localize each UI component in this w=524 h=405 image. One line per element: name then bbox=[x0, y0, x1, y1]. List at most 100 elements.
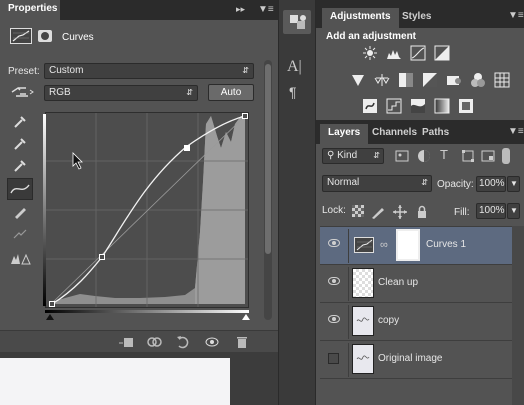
curve-point[interactable] bbox=[49, 301, 55, 307]
lock-image-pixels-icon[interactable] bbox=[370, 204, 386, 220]
pencil-icon[interactable] bbox=[12, 204, 28, 220]
curve-point[interactable] bbox=[99, 254, 105, 260]
scrollbar-track[interactable] bbox=[264, 60, 272, 320]
lock-all-icon[interactable] bbox=[414, 204, 430, 220]
panel-menu-icon[interactable]: ▼≡ bbox=[258, 4, 274, 15]
mask-icon[interactable] bbox=[38, 30, 52, 42]
mouse-cursor-icon bbox=[72, 152, 84, 173]
channel-select[interactable]: RGB ⇵ bbox=[44, 85, 198, 101]
color-lookup-icon[interactable] bbox=[494, 72, 510, 88]
target-adjust-hand-icon[interactable] bbox=[10, 84, 34, 100]
preset-select[interactable]: Custom ⇵ bbox=[44, 63, 254, 79]
clip-to-layer-icon[interactable] bbox=[118, 334, 134, 350]
brightness-contrast-icon[interactable] bbox=[362, 45, 378, 61]
layer-mask-thumbnail[interactable] bbox=[396, 229, 420, 261]
lock-position-icon[interactable] bbox=[392, 204, 408, 220]
panel-menu-icon[interactable]: ▼≡ bbox=[508, 126, 524, 137]
adjustments-tabbar: Adjustments Styles ▼≡ bbox=[316, 0, 524, 28]
curve-point[interactable] bbox=[242, 113, 248, 119]
curve-edit-points-icon[interactable] bbox=[7, 178, 33, 200]
delete-trash-icon[interactable] bbox=[234, 334, 250, 350]
tab-paths[interactable]: Paths bbox=[414, 124, 457, 144]
layer-name[interactable]: Original image bbox=[378, 353, 442, 364]
threshold-icon[interactable] bbox=[410, 98, 426, 114]
eyedropper-black-icon[interactable] bbox=[12, 114, 28, 130]
tab-layers[interactable]: Layers bbox=[320, 124, 369, 144]
invert-icon[interactable] bbox=[362, 98, 378, 114]
chain-link-icon[interactable]: ∞ bbox=[380, 239, 388, 251]
tab-adjustments[interactable]: Adjustments bbox=[322, 8, 399, 28]
filter-adjustment-icon[interactable] bbox=[416, 148, 432, 164]
fill-input[interactable]: 100% bbox=[476, 203, 506, 219]
layer-filter-select[interactable]: ⚲ Kind ⇵ bbox=[322, 148, 384, 164]
preset-value: Custom bbox=[49, 65, 84, 76]
filter-shape-icon[interactable] bbox=[460, 148, 476, 164]
select-arrows-icon: ⇵ bbox=[421, 178, 428, 187]
tab-properties[interactable]: Properties bbox=[0, 0, 60, 20]
clipping-warning-icon[interactable] bbox=[10, 250, 32, 266]
smooth-curve-icon[interactable] bbox=[12, 226, 28, 242]
black-white-icon[interactable] bbox=[422, 72, 438, 88]
filter-smart-object-icon[interactable] bbox=[480, 148, 496, 164]
color-balance-icon[interactable] bbox=[398, 72, 414, 88]
gradient-map-icon[interactable] bbox=[434, 98, 450, 114]
preset-label: Preset: bbox=[8, 66, 40, 77]
channel-mixer-icon[interactable] bbox=[470, 72, 486, 88]
collapse-icon[interactable]: ▸▸ bbox=[236, 4, 245, 15]
blend-mode-select[interactable]: Normal ⇵ bbox=[322, 175, 432, 192]
panel-menu-icon[interactable]: ▼≡ bbox=[508, 10, 524, 21]
opacity-label: Opacity: bbox=[437, 179, 474, 190]
layer-name[interactable]: copy bbox=[378, 315, 399, 326]
layers-empty-area bbox=[320, 378, 512, 405]
layer-row[interactable]: copy bbox=[320, 302, 512, 340]
tab-styles[interactable]: Styles bbox=[394, 8, 439, 28]
filter-pixel-icon[interactable] bbox=[394, 148, 410, 164]
reset-icon[interactable] bbox=[175, 334, 191, 350]
visibility-eye-icon[interactable] bbox=[328, 277, 340, 285]
exposure-icon[interactable] bbox=[434, 45, 450, 61]
layer-thumbnail bbox=[352, 344, 374, 374]
white-point-slider[interactable] bbox=[242, 314, 250, 320]
lock-transparent-pixels-icon[interactable] bbox=[352, 205, 364, 217]
layer-row[interactable]: Original image bbox=[320, 340, 512, 378]
curve-point[interactable] bbox=[184, 145, 190, 151]
filter-type-icon[interactable]: T bbox=[440, 147, 448, 162]
vibrance-icon[interactable] bbox=[350, 72, 366, 88]
layer-name[interactable]: Curves 1 bbox=[426, 239, 466, 250]
filter-toggle-switch[interactable] bbox=[502, 148, 510, 164]
visibility-eye-icon[interactable] bbox=[204, 334, 220, 350]
view-previous-state-icon[interactable] bbox=[146, 334, 162, 350]
layer-row[interactable]: Clean up bbox=[320, 264, 512, 302]
curves-adjustment-icon[interactable] bbox=[10, 28, 32, 44]
curves-icon[interactable] bbox=[410, 45, 426, 61]
opacity-dropdown-icon[interactable]: ▼ bbox=[507, 176, 520, 192]
layer-row[interactable]: ∞ Curves 1 bbox=[320, 226, 512, 264]
layer-name[interactable]: Clean up bbox=[378, 277, 418, 288]
visibility-eye-icon[interactable] bbox=[328, 239, 340, 247]
libraries-icon[interactable] bbox=[283, 10, 311, 34]
add-adjustment-label: Add an adjustment bbox=[326, 31, 417, 42]
visibility-eye-icon[interactable] bbox=[328, 315, 340, 323]
eyedropper-gray-icon[interactable] bbox=[12, 136, 28, 152]
lock-label: Lock: bbox=[322, 205, 346, 216]
fill-label: Fill: bbox=[454, 207, 470, 218]
opacity-input[interactable]: 100% bbox=[476, 176, 506, 192]
levels-icon[interactable] bbox=[386, 45, 402, 61]
black-point-slider[interactable] bbox=[46, 314, 54, 320]
fill-dropdown-icon[interactable]: ▼ bbox=[507, 203, 520, 219]
layer-thumbnail bbox=[352, 306, 374, 336]
scrollbar-thumb[interactable] bbox=[265, 64, 271, 254]
layers-scrollbar[interactable] bbox=[512, 226, 524, 405]
selective-color-icon[interactable] bbox=[458, 98, 474, 114]
character-icon[interactable]: A| bbox=[287, 58, 302, 76]
curves-graph[interactable] bbox=[45, 112, 249, 308]
posterize-icon[interactable] bbox=[386, 98, 402, 114]
paragraph-icon[interactable]: ¶ bbox=[289, 84, 297, 100]
input-gradient-bar bbox=[43, 114, 46, 306]
hue-saturation-icon[interactable] bbox=[374, 72, 390, 88]
eyedropper-white-icon[interactable] bbox=[12, 158, 28, 174]
auto-button[interactable]: Auto bbox=[208, 84, 254, 101]
visibility-toggle-off[interactable] bbox=[328, 353, 339, 364]
layers-tabbar: Layers Channels Paths ▼≡ bbox=[316, 120, 524, 144]
photo-filter-icon[interactable] bbox=[446, 72, 462, 88]
